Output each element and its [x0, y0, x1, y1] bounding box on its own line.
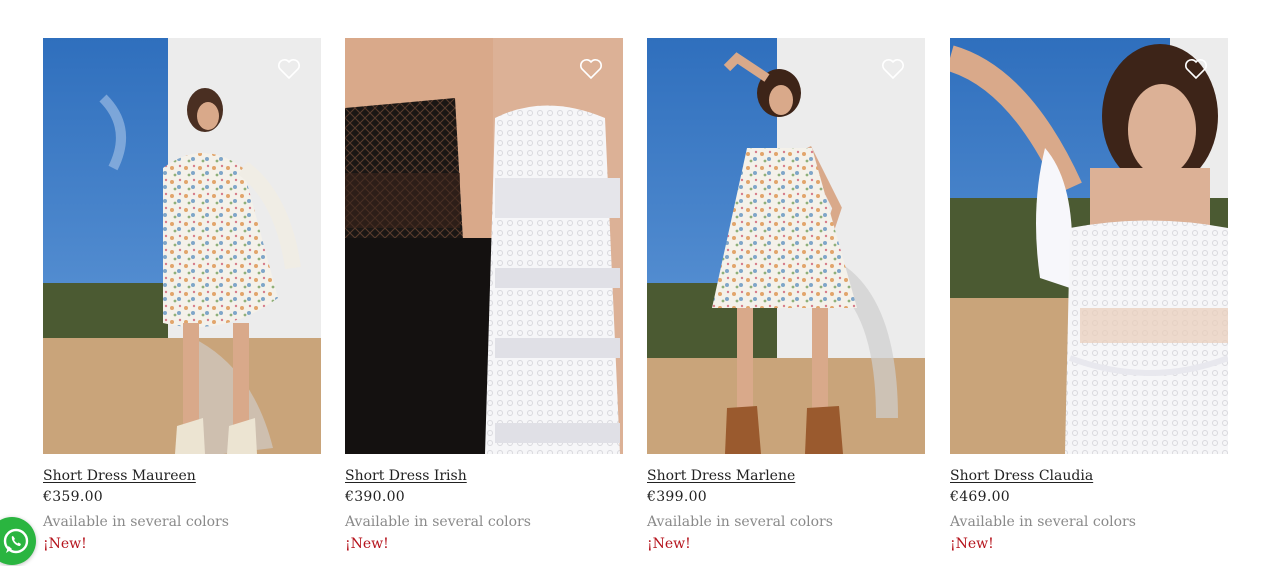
new-badge: ¡New!: [950, 536, 994, 552]
new-badge: ¡New!: [43, 536, 87, 552]
product-photo-claudia: [950, 38, 1228, 454]
product-image[interactable]: [43, 38, 321, 454]
product-title[interactable]: Short Dress Marlene: [647, 468, 925, 484]
product-title[interactable]: Short Dress Claudia: [950, 468, 1228, 484]
product-title[interactable]: Short Dress Irish: [345, 468, 623, 484]
new-badge: ¡New!: [345, 536, 389, 552]
product-card[interactable]: Short Dress Claudia €469.00 Available in…: [950, 38, 1228, 552]
product-price: €469.00: [950, 489, 1010, 505]
product-card[interactable]: Short Dress Maureen €359.00 Available in…: [43, 38, 321, 552]
whatsapp-button[interactable]: [0, 517, 36, 565]
product-photo-maureen: [43, 38, 321, 454]
product-card[interactable]: Short Dress Marlene €399.00 Available in…: [647, 38, 925, 552]
heart-outline-icon[interactable]: [1184, 58, 1208, 80]
product-card[interactable]: Short Dress Irish €390.00 Available in s…: [345, 38, 623, 552]
product-image[interactable]: [647, 38, 925, 454]
product-price: €359.00: [43, 489, 103, 505]
availability-text: Available in several colors: [345, 514, 531, 530]
product-photo-marlene: [647, 38, 925, 454]
product-photo-irish: [345, 38, 623, 454]
new-badge: ¡New!: [647, 536, 691, 552]
product-price: €390.00: [345, 489, 405, 505]
whatsapp-icon: [3, 528, 29, 554]
product-image[interactable]: [345, 38, 623, 454]
heart-outline-icon[interactable]: [579, 58, 603, 80]
product-image[interactable]: [950, 38, 1228, 454]
availability-text: Available in several colors: [647, 514, 833, 530]
product-grid: Short Dress Maureen €359.00 Available in…: [43, 38, 1228, 566]
availability-text: Available in several colors: [43, 514, 229, 530]
heart-outline-icon[interactable]: [277, 58, 301, 80]
availability-text: Available in several colors: [950, 514, 1136, 530]
heart-outline-icon[interactable]: [881, 58, 905, 80]
product-title[interactable]: Short Dress Maureen: [43, 468, 321, 484]
product-price: €399.00: [647, 489, 707, 505]
